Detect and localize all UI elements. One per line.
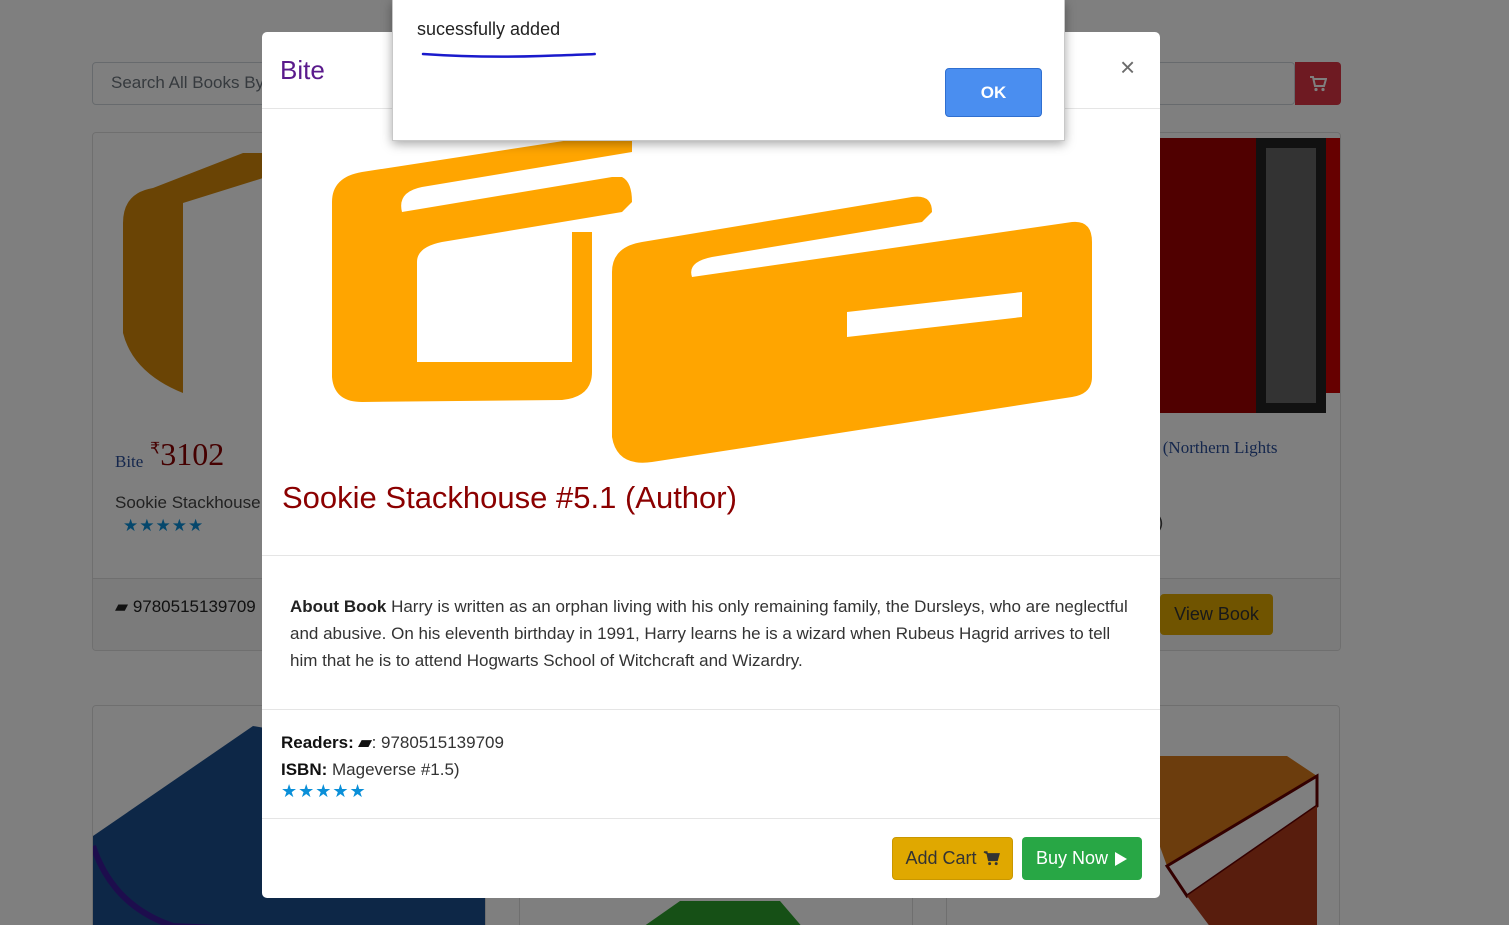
alert-message: sucessfully added [417, 19, 561, 39]
buy-now-label: Buy Now [1035, 848, 1109, 868]
readers-value: : 9780515139709 [371, 733, 504, 752]
readers-label: Readers: [281, 733, 354, 752]
annotation-underline [421, 52, 596, 58]
book-detail-modal: Bite × Sookie Stackhouse #5.1 (Author) A… [262, 32, 1160, 898]
add-cart-button[interactable]: Add Cart [892, 837, 1013, 880]
ok-button[interactable]: OK [945, 68, 1042, 117]
divider [262, 555, 1160, 556]
book-logo-image [332, 132, 1092, 463]
about-label: About Book [290, 597, 387, 616]
divider [262, 709, 1160, 710]
modal-brand: Bite [280, 55, 325, 85]
book-icon: ▰ [358, 733, 372, 752]
readers-row: Readers: ▰: 9780515139709 [281, 729, 504, 756]
modal-book-title: Sookie Stackhouse #5.1 (Author) [282, 480, 737, 515]
isbn-value: Mageverse #1.5) [332, 760, 460, 779]
close-icon[interactable]: × [1120, 52, 1135, 83]
cart-icon [983, 851, 1000, 866]
divider [262, 818, 1160, 819]
isbn-label: ISBN: [281, 760, 328, 779]
alert-dialog: sucessfully added OK [392, 0, 1065, 141]
book-info: Readers: ▰: 9780515139709 ISBN: Magevers… [281, 729, 504, 783]
isbn-row: ISBN: Mageverse #1.5) [281, 756, 504, 783]
about-text: Harry is written as an orphan living wit… [290, 597, 1128, 670]
play-icon [1115, 851, 1128, 866]
rating-stars: ★★★★★ [281, 781, 367, 802]
about-book-section: About Book Harry is written as an orphan… [290, 593, 1135, 674]
buy-now-button[interactable]: Buy Now [1022, 837, 1142, 880]
add-cart-label: Add Cart [905, 848, 977, 868]
